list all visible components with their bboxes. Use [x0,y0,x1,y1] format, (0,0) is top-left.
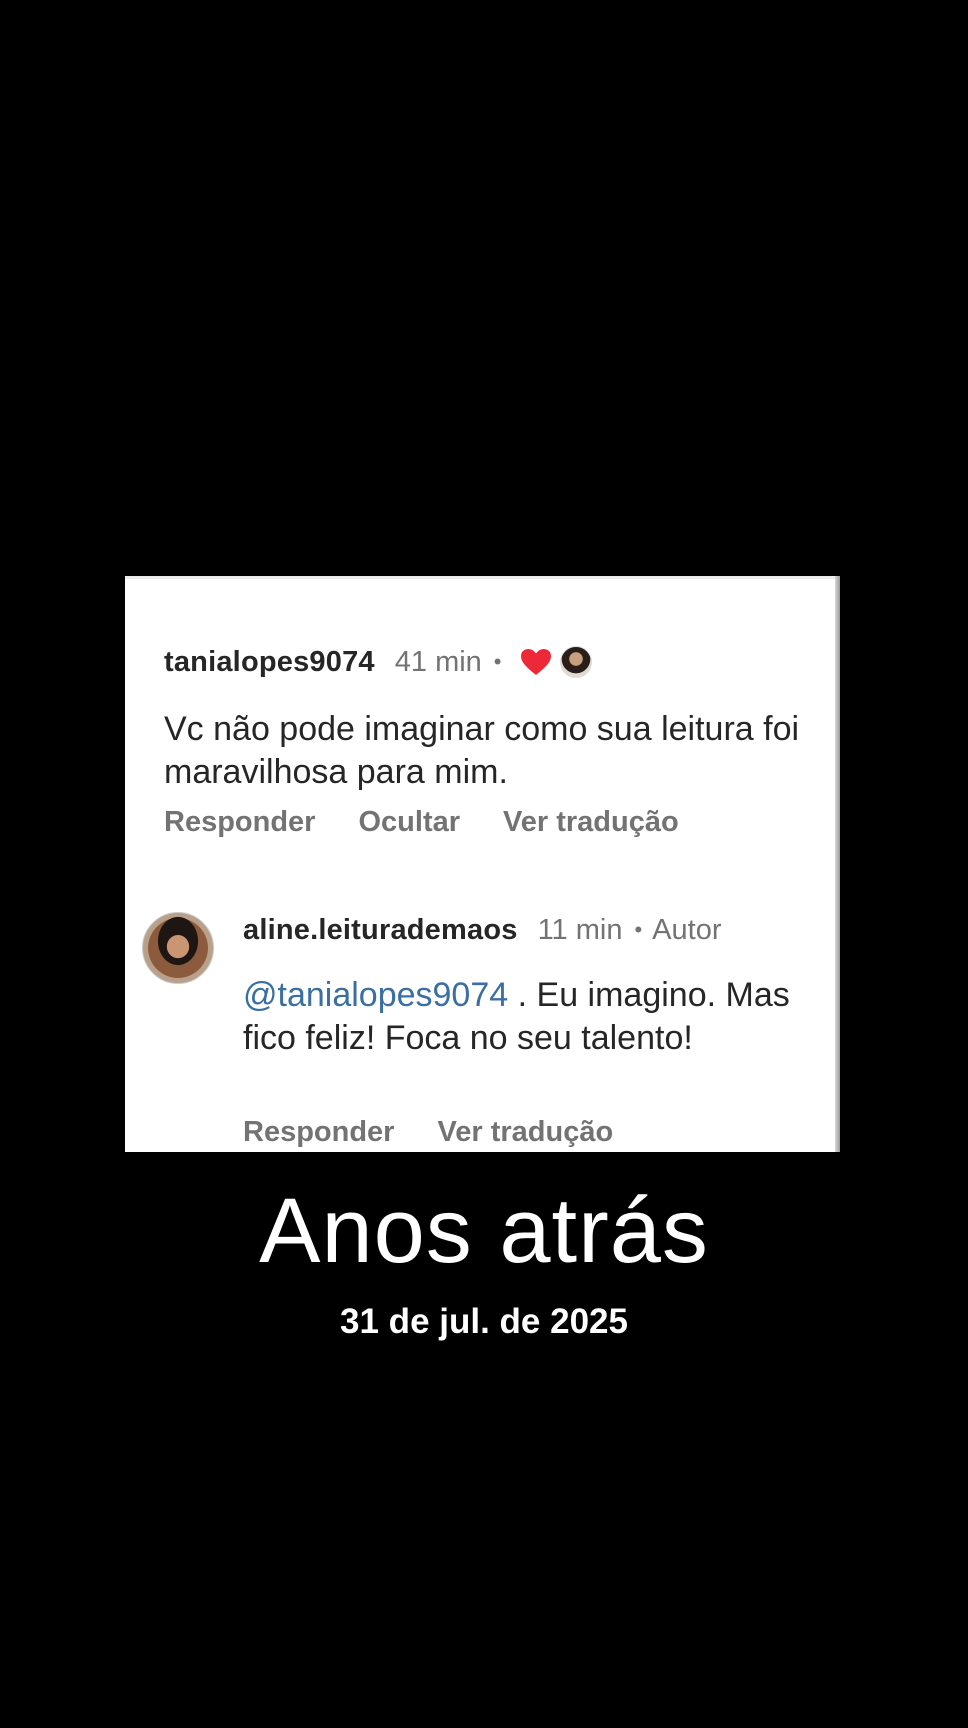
reply-header: aline.leiturademaos 11 min • Autor [243,912,722,948]
comment-time: 41 min [394,645,482,678]
comment-text: Vc não pode imaginar como sua leitura fo… [164,710,800,791]
comment-screenshot-card: tanialopes9074 41 min • Vc não pode imag… [125,576,840,1152]
separator-dot: • [634,917,643,942]
reply-text: @tanialopes9074 . Eu imagino. Mas fico f… [243,974,803,1060]
caption-date: 31 de jul. de 2025 [340,1302,628,1341]
author-badge: Autor [652,913,722,946]
comment-username[interactable]: tanialopes9074 [164,646,375,679]
comment-header: tanialopes9074 41 min • [164,644,592,680]
video-frame: tanialopes9074 41 min • Vc não pode imag… [0,0,968,1728]
reply-username[interactable]: aline.leiturademaos [243,914,518,947]
author-liked-avatar [559,646,592,678]
caption-title: Anos atrás [259,1180,709,1282]
hide-button[interactable]: Ocultar [358,806,460,839]
mention-link[interactable]: @tanialopes9074 [243,976,508,1014]
heart-icon[interactable] [520,648,552,676]
divider [125,576,840,579]
reply-actions: Responder Ver tradução [243,1116,656,1149]
translate-button[interactable]: Ver tradução [437,1116,613,1149]
avatar[interactable] [142,912,214,984]
translate-button[interactable]: Ver tradução [503,806,679,839]
comment-actions: Responder Ocultar Ver tradução [164,806,722,839]
separator-dot: • [493,649,502,674]
reply-button[interactable]: Responder [164,806,315,839]
reply-time: 11 min [537,913,623,946]
reply-button[interactable]: Responder [243,1116,394,1149]
